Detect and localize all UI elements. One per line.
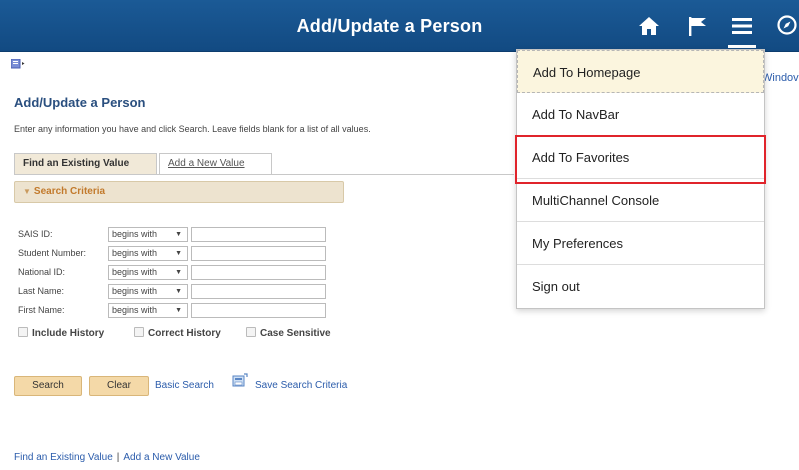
basic-search-link[interactable]: Basic Search	[155, 380, 214, 391]
operator-value: begins with	[112, 248, 158, 258]
dropdown-arrow-icon: ▼	[175, 288, 182, 295]
menu-item-add-to-homepage[interactable]: Add To Homepage	[517, 50, 764, 93]
tab-add-label: Add a New Value	[168, 158, 245, 169]
search-criteria-label: Search Criteria	[33, 186, 106, 197]
operator-select[interactable]: begins with ▼	[108, 265, 188, 280]
menu-item-add-to-favorites[interactable]: Add To Favorites	[517, 136, 764, 179]
related-content-icon[interactable]	[10, 56, 25, 69]
checkbox-box	[18, 327, 28, 337]
menu-item-multichannel-console[interactable]: MultiChannel Console	[517, 179, 764, 222]
operator-select[interactable]: begins with ▼	[108, 284, 188, 299]
tab-add-new[interactable]: Add a New Value	[159, 153, 272, 174]
footer-separator: |	[116, 452, 120, 463]
operator-select[interactable]: begins with ▼	[108, 303, 188, 318]
page-header: Add/Update a Person	[0, 0, 799, 52]
menu-active-indicator	[728, 45, 756, 48]
dropdown-arrow-icon: ▼	[175, 307, 182, 314]
footer-add-new-link[interactable]: Add a New Value	[123, 452, 200, 463]
field-label: National ID:	[18, 267, 66, 277]
field-label: Last Name:	[18, 286, 65, 296]
collapse-triangle-icon: ▼	[23, 187, 31, 196]
tab-divider	[14, 174, 514, 175]
page-title: Add/Update a Person	[14, 95, 146, 110]
case-sensitive-label: Case Sensitive	[260, 328, 331, 339]
search-button[interactable]: Search	[14, 376, 82, 396]
footer-find-existing-link[interactable]: Find an Existing Value	[14, 452, 113, 463]
search-criteria-toggle[interactable]: ▼ Search Criteria	[14, 181, 344, 203]
actions-menu-dropdown: Add To Homepage Add To NavBar Add To Fav…	[516, 49, 765, 309]
national-id-input[interactable]	[191, 265, 326, 280]
menu-icon[interactable]	[730, 14, 754, 38]
menu-item-add-to-navbar[interactable]: Add To NavBar	[517, 93, 764, 136]
include-history-checkbox[interactable]: Include History	[18, 327, 104, 339]
field-label: Student Number:	[18, 248, 87, 258]
save-search-criteria-link[interactable]: Save Search Criteria	[255, 380, 347, 391]
field-label: First Name:	[18, 305, 65, 315]
sais-id-input[interactable]	[191, 227, 326, 242]
new-window-link[interactable]: Windov	[762, 72, 799, 84]
operator-value: begins with	[112, 286, 158, 296]
tab-find-label: Find an Existing Value	[23, 158, 130, 169]
save-search-icon[interactable]	[232, 373, 248, 387]
header-title: Add/Update a Person	[296, 16, 483, 36]
footer-links: Find an Existing Value | Add a New Value	[14, 452, 200, 463]
home-icon[interactable]	[637, 14, 661, 38]
flag-icon[interactable]	[686, 14, 710, 38]
operator-select[interactable]: begins with ▼	[108, 246, 188, 261]
clear-button[interactable]: Clear	[89, 376, 149, 396]
student-number-input[interactable]	[191, 246, 326, 261]
menu-item-my-preferences[interactable]: My Preferences	[517, 222, 764, 265]
operator-value: begins with	[112, 267, 158, 277]
checkbox-box	[246, 327, 256, 337]
field-label: SAIS ID:	[18, 229, 53, 239]
checkbox-box	[134, 327, 144, 337]
last-name-input[interactable]	[191, 284, 326, 299]
first-name-input[interactable]	[191, 303, 326, 318]
operator-value: begins with	[112, 305, 158, 315]
case-sensitive-checkbox[interactable]: Case Sensitive	[246, 327, 331, 339]
correct-history-label: Correct History	[148, 328, 221, 339]
compass-icon[interactable]	[776, 14, 798, 36]
dropdown-arrow-icon: ▼	[175, 231, 182, 238]
dropdown-arrow-icon: ▼	[175, 250, 182, 257]
dropdown-arrow-icon: ▼	[175, 269, 182, 276]
operator-select[interactable]: begins with ▼	[108, 227, 188, 242]
operator-value: begins with	[112, 229, 158, 239]
menu-item-sign-out[interactable]: Sign out	[517, 265, 764, 308]
include-history-label: Include History	[32, 328, 105, 339]
page-instructions: Enter any information you have and click…	[14, 124, 371, 134]
tab-find-existing[interactable]: Find an Existing Value	[14, 153, 157, 174]
correct-history-checkbox[interactable]: Correct History	[134, 327, 221, 339]
